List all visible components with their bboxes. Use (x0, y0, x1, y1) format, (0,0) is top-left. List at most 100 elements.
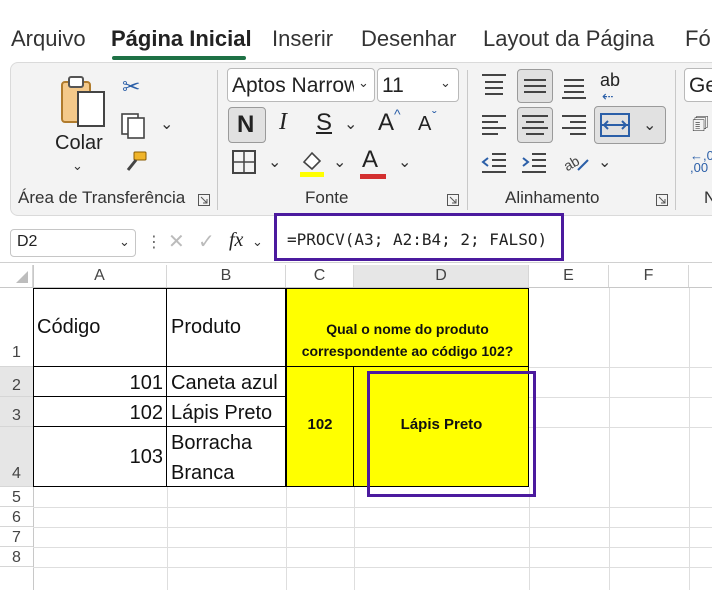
align-top-icon[interactable] (480, 72, 508, 98)
header-cell-b1[interactable]: Produto (171, 316, 241, 339)
insert-function-button[interactable]: fx (229, 229, 243, 252)
number-format-dropdown[interactable]: Ge (684, 68, 712, 102)
formula-text: =PROCV(A3; A2:B4; 2; FALSO) (287, 230, 548, 249)
clipboard-group-label: Área de Transferência (18, 188, 186, 207)
alignment-group-label: Alinhamento (505, 188, 600, 207)
currency-icon[interactable]: 🗊 (692, 112, 709, 142)
cell-a2[interactable]: 101 (34, 372, 163, 395)
font-size-dropdown[interactable]: 11 ⌄ (377, 68, 459, 102)
cancel-icon[interactable]: ✕ (168, 229, 185, 254)
name-box[interactable]: D2 ⌄ (10, 229, 136, 257)
column-header-e[interactable]: E (529, 265, 609, 287)
name-box-value: D2 (17, 233, 38, 250)
column-header-f[interactable]: F (609, 265, 689, 287)
divider (33, 366, 286, 367)
row-header-7[interactable]: 7 (0, 527, 33, 547)
paste-label[interactable]: Colar (55, 132, 103, 155)
font-color-chevron-icon[interactable]: ⌄ (398, 152, 411, 172)
header-cell-a1[interactable]: Código (37, 316, 100, 339)
ribbon-separator (467, 70, 468, 210)
font-color-button[interactable]: A (362, 146, 378, 174)
tab-arquivo[interactable]: Arquivo (11, 26, 86, 52)
clipboard-launcher-icon[interactable] (198, 193, 210, 206)
underline-chevron-icon[interactable]: ⌄ (344, 114, 357, 134)
orientation-chevron-icon[interactable]: ⌄ (598, 152, 611, 172)
cell-a3[interactable]: 102 (34, 402, 163, 425)
row-header-2[interactable]: 2 (0, 367, 33, 397)
align-middle-button[interactable] (517, 69, 553, 103)
tab-pagina-inicial[interactable]: Página Inicial (111, 26, 252, 52)
row-header-1[interactable]: 1 (0, 288, 33, 367)
font-group-label: Fonte (305, 188, 349, 207)
text-orientation-icon[interactable]: ab (561, 148, 592, 176)
caret-down-icon: ˇ (432, 108, 437, 124)
cell-b4-line2[interactable]: Branca (171, 462, 234, 485)
tab-inserir[interactable]: Inserir (272, 26, 333, 52)
gridline (167, 487, 168, 590)
column-header-a[interactable]: A (33, 265, 167, 287)
cell-b2[interactable]: Caneta azul (171, 372, 278, 395)
enter-icon[interactable]: ✓ (198, 229, 215, 254)
bold-button[interactable]: N (228, 107, 266, 143)
row-header-8[interactable]: 8 (0, 547, 33, 567)
decimal-icon[interactable]: ←,0,00 (690, 149, 712, 174)
lookup-cell-c2[interactable]: 102 (287, 416, 353, 433)
font-launcher-icon[interactable] (447, 193, 459, 206)
borders-icon[interactable] (232, 150, 256, 174)
fill-color-chevron-icon[interactable]: ⌄ (333, 152, 346, 172)
paste-icon[interactable] (58, 74, 108, 130)
increase-indent-icon[interactable] (520, 150, 548, 176)
ribbon-separator (217, 70, 218, 210)
italic-button[interactable]: I (279, 109, 287, 136)
caret-up-icon: ^ (394, 106, 401, 122)
font-color-swatch (360, 174, 386, 179)
paste-chevron-icon[interactable]: ⌄ (72, 158, 83, 174)
alignment-launcher-icon[interactable] (656, 193, 668, 206)
select-all-corner[interactable] (0, 265, 33, 287)
column-header-b[interactable]: B (167, 265, 286, 287)
column-header-c[interactable]: C (286, 265, 354, 287)
chevron-down-icon: ⌄ (119, 234, 130, 249)
column-header-d[interactable]: D (354, 265, 529, 287)
cell-b3[interactable]: Lápis Preto (171, 402, 272, 425)
copy-chevron-icon[interactable]: ⌄ (160, 114, 173, 134)
row-header-3[interactable]: 3 (0, 397, 33, 427)
borders-chevron-icon[interactable]: ⌄ (268, 152, 281, 172)
tab-desenhar[interactable]: Desenhar (361, 26, 456, 52)
gridline (689, 288, 690, 590)
more-options-icon[interactable]: ⋮ (146, 232, 162, 252)
chevron-down-icon: ⌄ (358, 75, 369, 90)
gridline (529, 427, 712, 428)
decrease-indent-icon[interactable] (480, 150, 508, 176)
row-header-4[interactable]: 4 (0, 427, 33, 487)
tab-formulas[interactable]: Fó (685, 26, 711, 52)
cut-icon[interactable]: ✂ (122, 74, 140, 100)
row-header-5[interactable]: 5 (0, 487, 33, 507)
fill-color-icon[interactable] (299, 148, 325, 178)
question-cell-c1[interactable]: Qual o nome do produto correspondente ao… (287, 318, 528, 362)
grow-font-button[interactable]: A (378, 109, 394, 137)
copy-icon[interactable] (120, 112, 150, 140)
cell-b4-line1[interactable]: Borracha (171, 432, 252, 455)
align-bottom-icon[interactable] (560, 72, 588, 100)
merge-center-button[interactable]: ⌄ (594, 106, 666, 144)
formula-bar[interactable]: =PROCV(A3; A2:B4; 2; FALSO) (274, 213, 564, 261)
selected-cell-highlight (367, 371, 536, 497)
gridline (609, 288, 610, 590)
underline-button[interactable]: S (316, 109, 332, 137)
tab-layout-da-pagina[interactable]: Layout da Página (483, 26, 654, 52)
gridline (529, 367, 712, 368)
cell-a4[interactable]: 103 (34, 446, 163, 469)
bold-label: N (237, 111, 255, 138)
align-center-button[interactable] (517, 107, 553, 143)
shrink-font-button[interactable]: A (418, 113, 431, 136)
chevron-down-icon: ⌄ (440, 75, 451, 90)
align-right-icon[interactable] (560, 110, 588, 138)
row-header-6[interactable]: 6 (0, 507, 33, 527)
font-name-dropdown[interactable]: Aptos Narrow ⌄ (227, 68, 375, 102)
format-painter-icon[interactable] (122, 150, 148, 174)
gridline (529, 397, 712, 398)
gridline (529, 487, 530, 590)
align-left-icon[interactable] (480, 110, 508, 138)
chevron-down-icon[interactable]: ⌄ (252, 234, 263, 250)
